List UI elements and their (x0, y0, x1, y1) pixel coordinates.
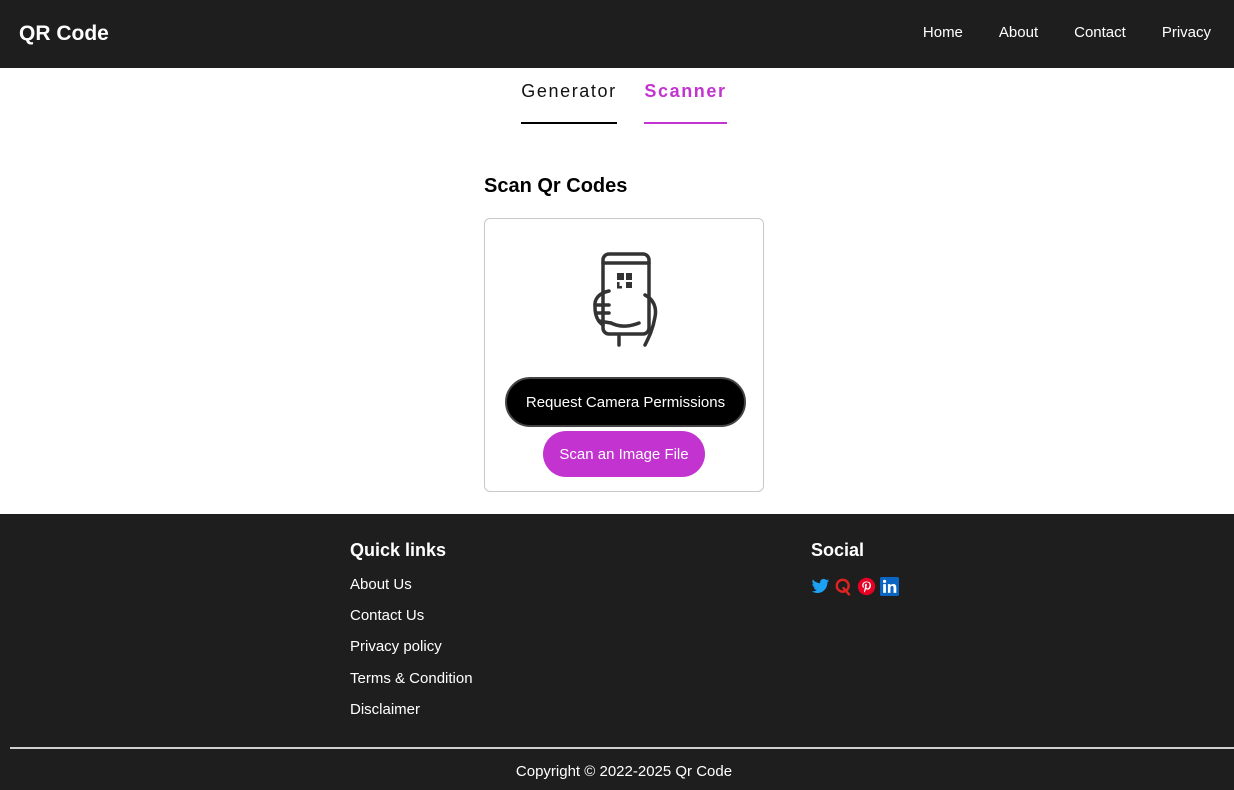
copyright-text: Copyright © 2022-2025 Qr Code (515, 763, 733, 780)
brand-logo[interactable]: QR Code (19, 21, 109, 47)
footer-link-privacy[interactable]: Privacy policy (350, 638, 473, 656)
quick-links-title: Quick links (350, 540, 447, 560)
social-title: Social (811, 540, 865, 560)
nav-about-link[interactable]: About (999, 24, 1038, 42)
tab-generator[interactable]: Generator (521, 80, 617, 124)
nav-home-link[interactable]: Home (923, 24, 963, 42)
footer-link-about[interactable]: About Us (350, 576, 473, 594)
twitter-icon[interactable] (811, 577, 830, 596)
social-icons (811, 577, 899, 596)
page-title: Scan Qr Codes (484, 175, 628, 197)
main-nav: Home About Contact Privacy (887, 24, 1211, 42)
tab-scanner[interactable]: Scanner (644, 80, 727, 124)
phone-qr-scan-icon (593, 252, 658, 347)
pinterest-icon[interactable] (857, 577, 876, 596)
nav-contact-link[interactable]: Contact (1074, 24, 1126, 42)
linkedin-icon[interactable] (880, 577, 899, 596)
footer-link-contact[interactable]: Contact Us (350, 607, 473, 625)
top-nav-bar: QR Code Home About Contact Privacy (0, 0, 1234, 68)
quick-links-list: About Us Contact Us Privacy policy Terms… (350, 576, 473, 732)
footer-link-terms[interactable]: Terms & Condition (350, 670, 473, 688)
request-camera-button[interactable]: Request Camera Permissions (505, 377, 746, 427)
quora-icon[interactable] (834, 577, 853, 596)
footer-divider (10, 747, 1234, 749)
scan-card: Request Camera Permissions Scan an Image… (484, 218, 764, 492)
footer: Quick links About Us Contact Us Privacy … (0, 514, 1234, 790)
nav-privacy-link[interactable]: Privacy (1162, 24, 1211, 42)
footer-link-disclaimer[interactable]: Disclaimer (350, 701, 473, 719)
scan-image-file-button[interactable]: Scan an Image File (543, 431, 705, 477)
